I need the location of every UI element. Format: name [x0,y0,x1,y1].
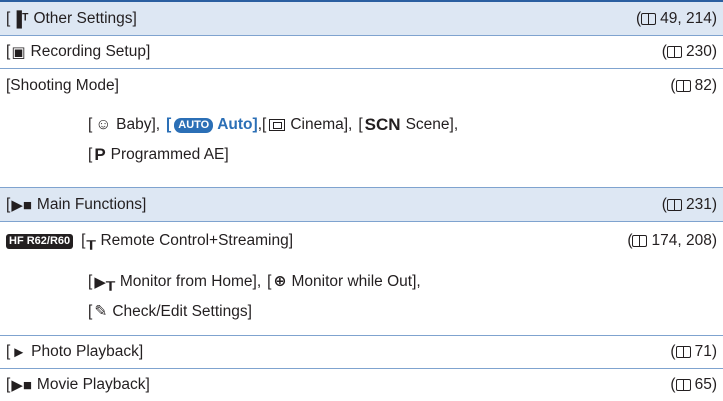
page-reference: (230) [661,43,717,60]
bracket: [ [6,343,11,360]
auto-mode: Auto] [217,116,258,133]
row-label: Recording Setup] [30,43,151,60]
row-label: Photo Playback] [31,343,144,360]
row-label: Remote Control+Streaming] [100,232,294,249]
cinema-icon [269,119,286,131]
menu-reference-table: [ ▐ᵀ Other Settings] (49, 214) [ ▣ Recor… [0,0,723,399]
row-label: Movie Playback] [36,376,150,393]
shooting-modes-line-2: [ P Programmed AE] [88,145,229,164]
book-icon [666,199,682,211]
bracket: [ [81,232,86,249]
page-reference: (231) [661,196,717,213]
book-icon [675,346,691,358]
book-icon [675,80,691,92]
book-icon [641,13,657,25]
row-label: Main Functions] [36,196,147,213]
page-reference: (71) [670,343,717,360]
auto-badge: AUTO [174,117,214,133]
remote-icon: ┰ [86,233,96,250]
bracket: [ [6,196,11,213]
scn-badge: SCN [364,115,401,134]
globe-icon: ⊕ [273,273,287,290]
book-icon [675,379,691,391]
tools-icon: ▐ᵀ [11,10,29,28]
cinema-mode: Cinema], [290,116,353,133]
check-edit-settings: Check/Edit Settings] [112,302,252,320]
scene-mode: Scene], [405,116,459,133]
wrench-icon: ✎ [94,303,108,320]
programmed-ae-mode: Programmed AE] [110,146,229,163]
book-icon [632,235,648,247]
baby-icon: ☺ [95,116,112,133]
page-reference: (49, 214) [635,10,717,27]
camera-settings-icon: ▣ [11,44,26,61]
bracket: [ [6,43,11,60]
row-photo-playback: [ ► Photo Playback] (71) [0,336,723,369]
row-shooting-mode: [Shooting Mode] (82) [ ☺ Baby], [ AUTO A… [0,69,723,188]
remote-options-line-2: [ ✎ Check/Edit Settings] [88,302,252,321]
row-remote-control-streaming: HF R62/R60 [ ┰ Remote Control+Streaming]… [0,222,723,336]
bracket: [ [6,10,11,27]
film-playback-icon: ▶■ [11,377,32,394]
baby-mode: Baby], [116,116,161,133]
p-badge: P [94,145,106,164]
page-reference: (174, 208) [627,232,717,249]
row-movie-playback: [ ▶■ Movie Playback] (65) [0,369,723,401]
monitor-from-home: Monitor from Home], [119,272,262,290]
row-recording-setup: [ ▣ Recording Setup] (230) [0,36,723,69]
monitor-home-icon: ▶┰ [94,273,115,291]
row-label: [Shooting Mode] [6,77,119,94]
row-other-settings: [ ▐ᵀ Other Settings] (49, 214) [0,2,723,36]
book-icon [666,46,682,58]
monitor-while-out: Monitor while Out], [291,272,421,290]
row-main-functions: [ ▶■ Main Functions] (231) [0,188,723,222]
model-badge: HF R62/R60 [6,233,74,249]
page-reference: (82) [670,77,717,94]
bracket: [ [6,376,11,393]
row-label: Other Settings] [33,10,137,27]
remote-options-line-1: [ ▶┰ Monitor from Home], [ ⊕ Monitor whi… [88,272,421,291]
page-reference: (65) [670,376,717,393]
camera-icon: ► [11,343,27,361]
shooting-modes-line-1: [ ☺ Baby], [ AUTO Auto] ,[ Cinema], [ SC… [88,115,459,134]
movie-camera-icon: ▶■ [11,197,32,214]
